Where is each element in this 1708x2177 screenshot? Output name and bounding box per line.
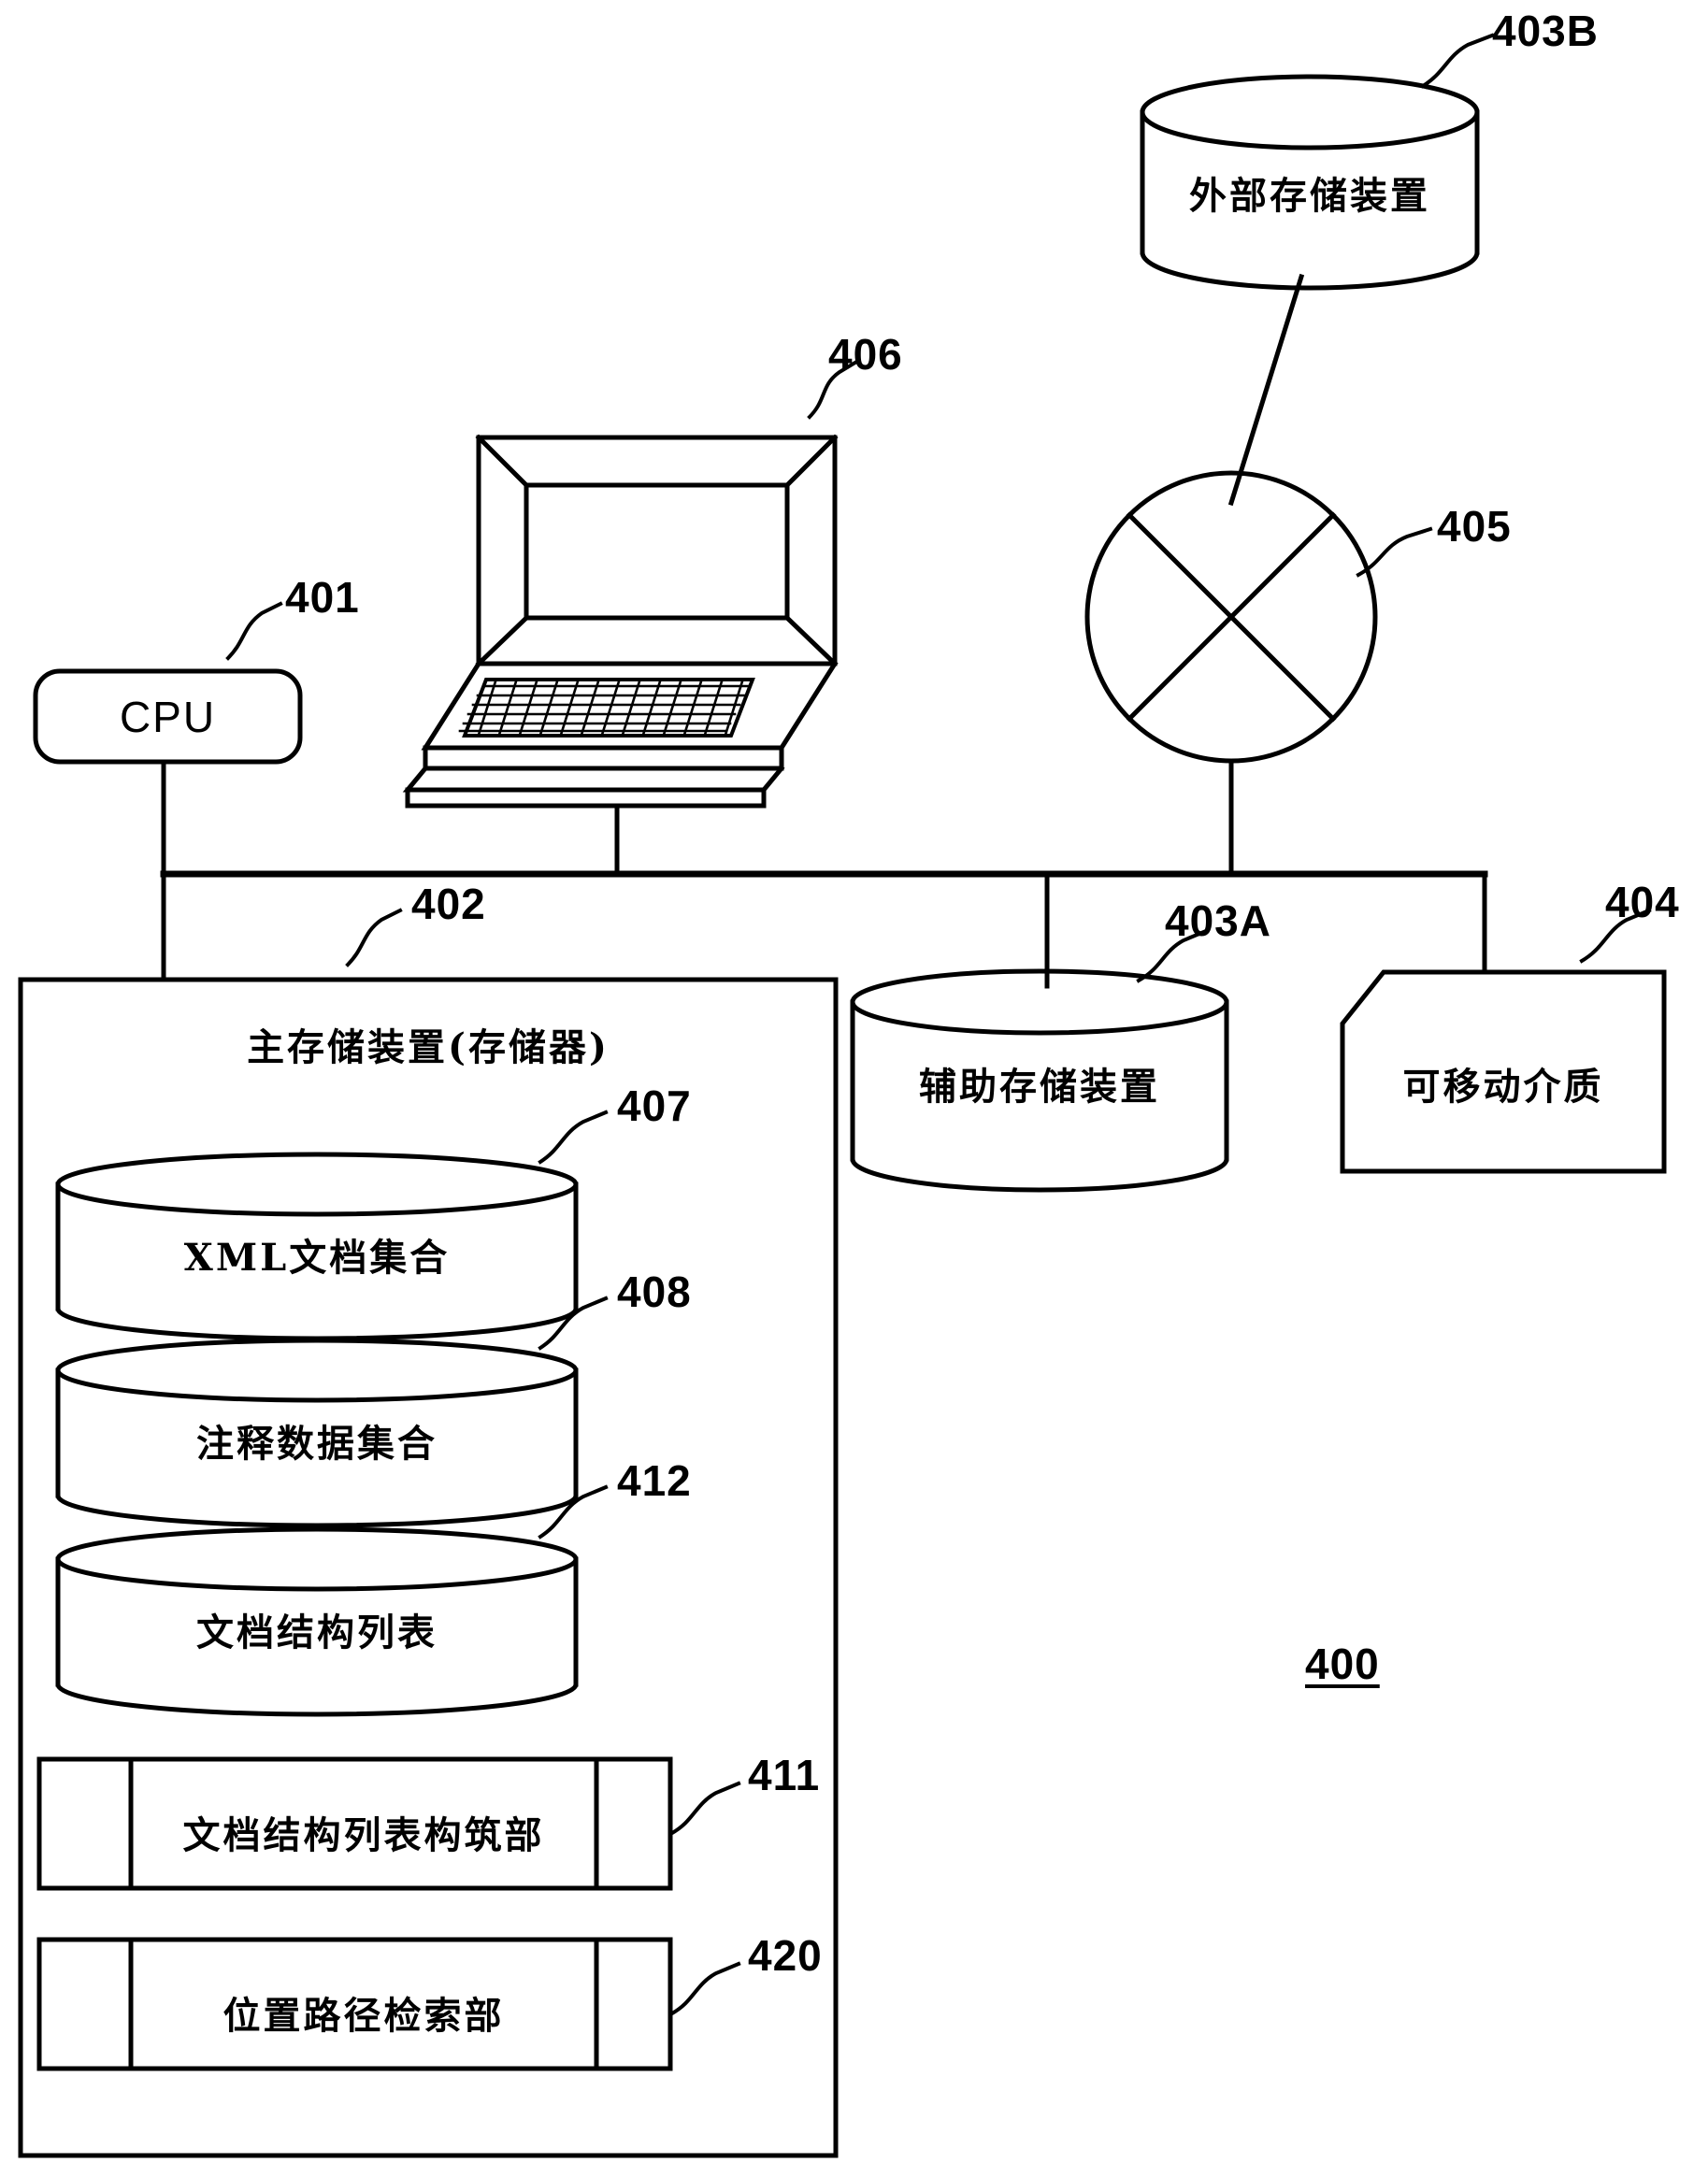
ref-403b: 403B (1492, 7, 1599, 55)
leader-407 (538, 1110, 609, 1165)
cpu-label: CPU (119, 693, 217, 741)
leader-401 (225, 601, 283, 661)
external-storage-label: 外部存储装置 (1189, 174, 1430, 218)
leader-405 (1356, 526, 1433, 578)
leader-411 (669, 1781, 741, 1836)
main-storage-label: 主存储装置(存储器) (247, 1025, 610, 1069)
document-structure-list-label: 文档结构列表 (196, 1611, 438, 1654)
annotation-data-set-label: 注释数据集合 (196, 1422, 438, 1466)
ref-401: 401 (285, 573, 360, 622)
ref-402: 402 (411, 880, 486, 928)
ref-404: 404 (1605, 878, 1680, 926)
ref-411: 411 (748, 1751, 821, 1799)
auxiliary-storage-label: 辅助存储装置 (919, 1065, 1160, 1109)
xml-document-set-label: XML文档集合 (183, 1236, 451, 1280)
link-external-storage-to-network (1227, 273, 1305, 507)
leader-412 (538, 1484, 609, 1540)
network-circle-shape (1084, 470, 1378, 764)
ref-403a: 403A (1165, 896, 1271, 945)
patent-figure-canvas: 403B 405 406 401 402 403A 404 407 408 41… (0, 0, 1708, 2177)
ref-408: 408 (617, 1268, 692, 1316)
leader-402 (345, 908, 403, 967)
ref-407: 407 (617, 1081, 692, 1130)
position-path-search-label: 位置路径检索部 (222, 1994, 505, 2038)
ref-412: 412 (617, 1456, 692, 1505)
ref-405: 405 (1437, 502, 1512, 551)
removable-media-label: 可移动介质 (1402, 1065, 1604, 1109)
leader-403b (1420, 33, 1495, 89)
laptop-shape (402, 434, 839, 809)
document-structure-list-builder-label: 文档结构列表构筑部 (182, 1813, 545, 1857)
ref-406: 406 (828, 330, 903, 379)
ref-420: 420 (748, 1931, 823, 1980)
figure-number: 400 (1305, 1640, 1380, 1688)
leader-420 (669, 1961, 741, 2016)
